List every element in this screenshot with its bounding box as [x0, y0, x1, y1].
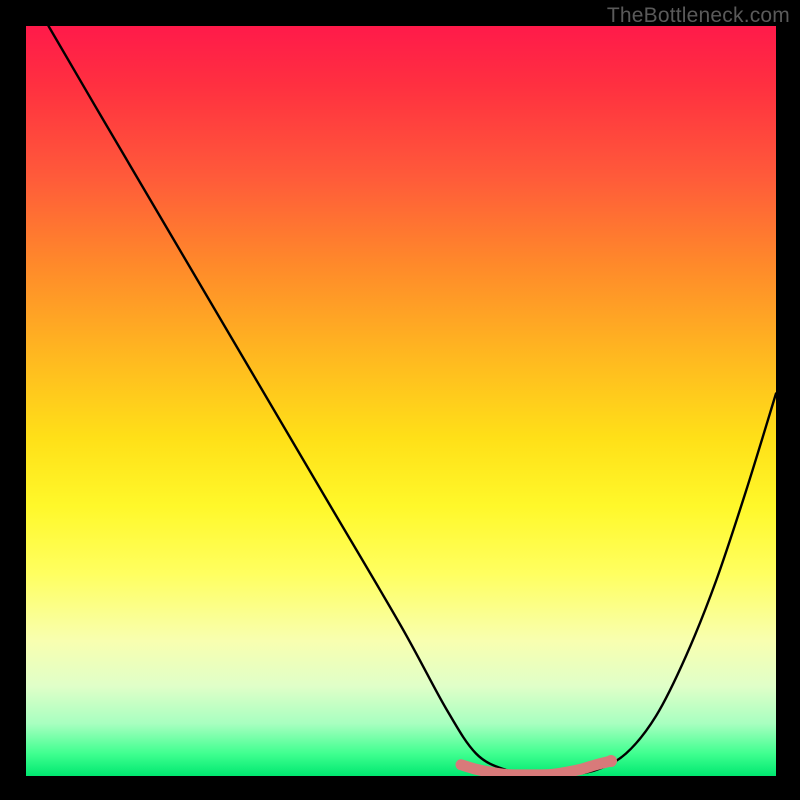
chart-container: TheBottleneck.com [0, 0, 800, 800]
watermark-text: TheBottleneck.com [607, 4, 790, 28]
gradient-background [26, 26, 776, 776]
